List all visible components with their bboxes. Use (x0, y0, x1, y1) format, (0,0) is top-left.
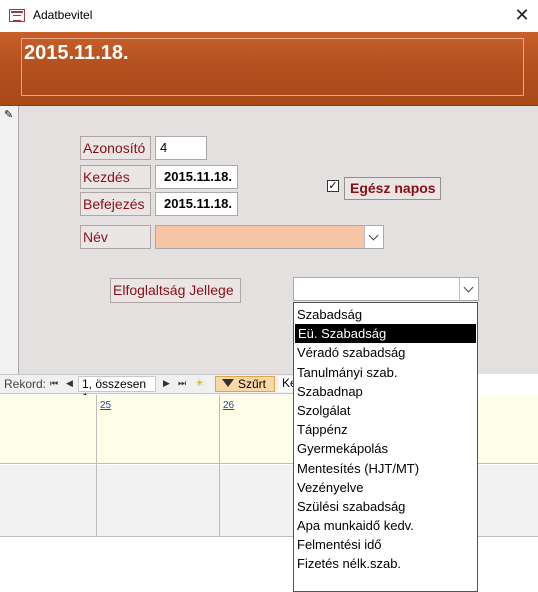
filter-label: Szűrt (238, 377, 267, 391)
azonosito-field[interactable]: 4 (155, 136, 207, 160)
record-label: Rekord: (4, 377, 47, 391)
dropdown-option[interactable]: Apa munkaidő kedv. (294, 516, 477, 535)
befejezes-field[interactable]: 2015.11.18. (155, 192, 238, 216)
window-title: Adatbevitel (33, 8, 93, 22)
egesz-napos-label: Egész napos (344, 177, 441, 200)
dropdown-option[interactable]: Mentesítés (HJT/MT) (294, 459, 477, 478)
dropdown-option[interactable]: Fizetés nélk.szab. (294, 554, 477, 573)
dropdown-option[interactable]: Véradó szabadság (294, 343, 477, 362)
calendar-divider (219, 395, 220, 537)
search-input[interactable]: Ke (279, 376, 293, 392)
kezdes-field[interactable]: 2015.11.18. (155, 165, 238, 189)
window-titlebar: Adatbevitel ✕ (0, 0, 538, 32)
filter-icon (222, 379, 234, 387)
chevron-down-icon (368, 230, 379, 241)
befejezes-label: Befejezés (80, 192, 151, 216)
calendar-day-link[interactable]: 25 (100, 400, 111, 411)
dropdown-option[interactable]: Gyermekápolás (294, 439, 477, 458)
access-form-icon (9, 9, 25, 22)
record-selector[interactable]: ✎ (0, 106, 19, 374)
last-record-button[interactable]: ⏭ (178, 377, 186, 391)
dropdown-option-selected[interactable]: Eü. Szabadság (295, 324, 476, 344)
close-button[interactable]: ✕ (506, 0, 538, 32)
dropdown-option[interactable]: Szabadság (294, 305, 477, 324)
new-record-button[interactable]: ✳ (196, 377, 204, 391)
filter-toggle-button[interactable]: Szűrt (215, 376, 275, 392)
calendar-divider (96, 395, 97, 537)
record-position-field[interactable]: 1, összesen 1 (78, 376, 156, 405)
header-date: 2015.11.18. (24, 42, 129, 64)
calendar-day-link[interactable]: 26 (223, 400, 234, 411)
jellege-dropdown-button[interactable] (459, 278, 478, 300)
dropdown-option[interactable]: Szülési szabadság (294, 497, 477, 516)
dropdown-option[interactable]: Szolgálat (294, 401, 477, 420)
dropdown-option[interactable]: Táppénz (294, 420, 477, 439)
jellege-combobox[interactable] (293, 277, 479, 301)
dropdown-option[interactable]: Tanulmányi szab. (294, 363, 477, 382)
egesz-napos-checkbox[interactable]: ✓ (327, 180, 339, 192)
jellege-dropdown-list: Szabadság Eü. Szabadság Véradó szabadság… (293, 302, 478, 592)
first-record-button[interactable]: ⏮ (50, 377, 58, 391)
prev-record-button[interactable]: ◀ (66, 377, 73, 391)
kezdes-label: Kezdés (80, 165, 151, 189)
pencil-icon: ✎ (4, 108, 14, 121)
dropdown-option[interactable]: Felmentési idő (294, 535, 477, 554)
dropdown-option[interactable]: Vezényelve (294, 478, 477, 497)
jellege-label: Elfoglaltság Jellege (110, 278, 241, 303)
nev-dropdown-button[interactable] (364, 226, 383, 248)
form-header: 2015.11.18. (0, 32, 538, 106)
nev-combobox[interactable] (155, 225, 384, 249)
next-record-button[interactable]: ▶ (163, 377, 170, 391)
azonosito-label: Azonosító (80, 136, 151, 160)
dropdown-option[interactable]: Szabadnap (294, 382, 477, 401)
nev-label: Név (80, 225, 151, 249)
chevron-down-icon (463, 282, 474, 293)
record-navigation-bar: Rekord: ⏮ ◀ 1, összesen 1 ▶ ⏭ ✳ Szűrt Ke (0, 374, 293, 405)
